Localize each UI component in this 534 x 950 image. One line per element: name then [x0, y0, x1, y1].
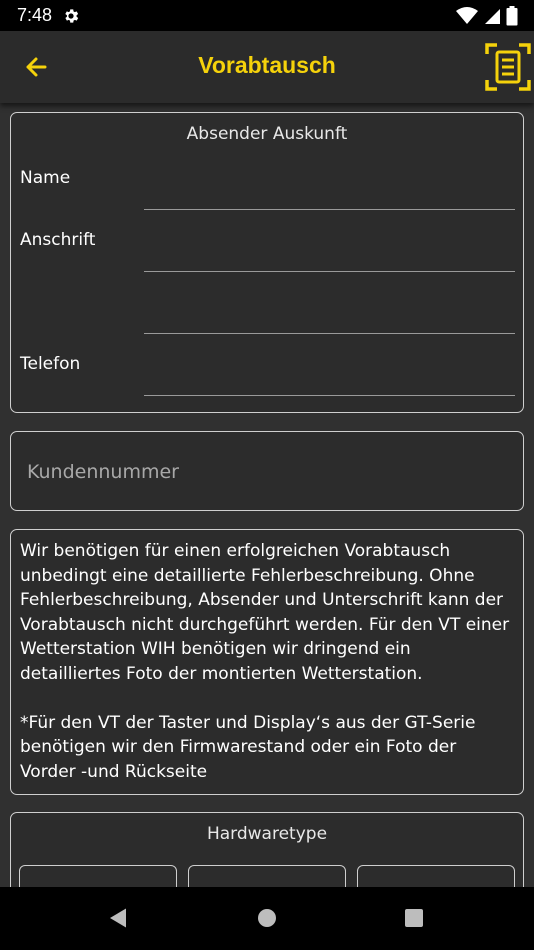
- info-card: Wir benötigen für einen erfolgreichen Vo…: [10, 529, 524, 795]
- hardware-card: Hardwaretype: [10, 812, 524, 887]
- name-underline: [144, 209, 515, 210]
- hardware-card-title: Hardwaretype: [206, 824, 328, 844]
- address-underline-1: [144, 271, 515, 272]
- info-paragraph-2: *Für den VT der Taster und Display‘s aus…: [20, 712, 476, 782]
- app-bar: Vorabtausch: [0, 31, 534, 103]
- phone-underline: [144, 395, 515, 396]
- address-input-line1[interactable]: [144, 241, 515, 271]
- address-underline-2: [144, 333, 515, 334]
- form-content[interactable]: Absender Auskunft Name Anschrift Telefon…: [0, 103, 534, 887]
- hardware-option-2[interactable]: [188, 865, 346, 887]
- status-bar: 7:48: [0, 0, 534, 31]
- phone-input[interactable]: [144, 365, 515, 395]
- document-scan-icon[interactable]: [484, 41, 532, 93]
- address-input-line2[interactable]: [144, 303, 515, 333]
- signal-icon: [485, 8, 500, 24]
- phone-label: Telefon: [20, 354, 81, 374]
- wifi-icon: [456, 6, 478, 24]
- home-circle-icon[interactable]: [257, 908, 277, 928]
- battery-icon: [506, 5, 518, 25]
- sender-card: Absender Auskunft Name Anschrift Telefon: [10, 112, 524, 413]
- recents-square-icon[interactable]: [404, 908, 424, 928]
- hardware-option-3[interactable]: [357, 865, 515, 887]
- customer-number-field[interactable]: [10, 431, 524, 511]
- status-time: 7:48: [17, 5, 53, 25]
- info-text: Wir benötigen für einen erfolgreichen Vo…: [20, 539, 518, 784]
- customer-number-input[interactable]: [25, 454, 509, 490]
- back-triangle-icon[interactable]: [108, 907, 128, 929]
- name-input[interactable]: [144, 179, 515, 209]
- address-label: Anschrift: [20, 230, 96, 250]
- sender-card-title: Absender Auskunft: [186, 124, 348, 144]
- status-icons: [456, 5, 518, 26]
- navigation-bar: [0, 887, 534, 950]
- info-paragraph-1: Wir benötigen für einen erfolgreichen Vo…: [20, 541, 510, 684]
- page-title: Vorabtausch: [198, 52, 336, 78]
- hardware-option-1[interactable]: [19, 865, 177, 887]
- settings-gear-icon: [65, 8, 79, 23]
- name-label: Name: [20, 168, 71, 188]
